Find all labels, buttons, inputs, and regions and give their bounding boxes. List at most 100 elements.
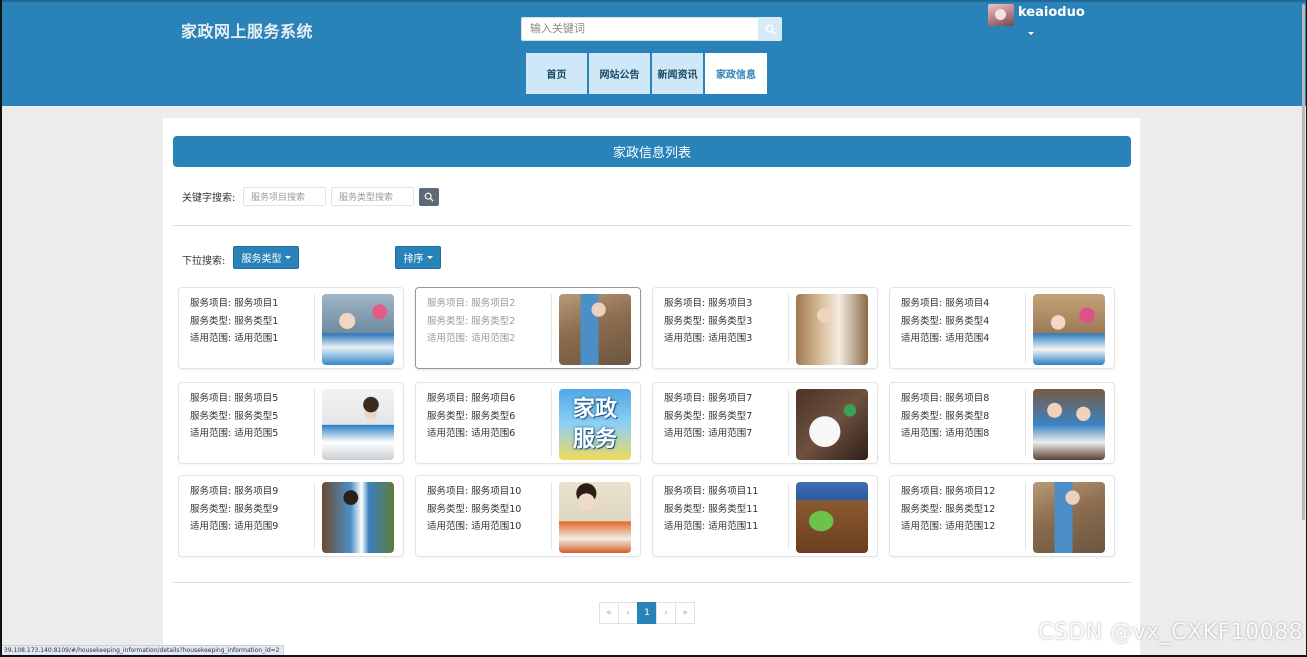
service-card[interactable]: 服务项目: 服务项目6 服务类型: 服务类型6 适用范围: 适用范围6 家政 服… bbox=[415, 382, 641, 464]
pagination-prev[interactable]: ‹ bbox=[618, 602, 638, 624]
card-service-item: 服务项目: 服务项目11 bbox=[664, 486, 759, 497]
card-scope: 适用范围: 适用范围4 bbox=[901, 333, 990, 344]
service-type-search-input[interactable] bbox=[331, 187, 414, 206]
dropdown-search-label: 下拉搜索: bbox=[182, 256, 226, 267]
card-image[interactable] bbox=[796, 482, 868, 553]
sort-dropdown-label: 排序 bbox=[403, 254, 424, 265]
service-type-dropdown[interactable]: 服务类型 bbox=[233, 246, 299, 269]
card-service-item: 服务项目: 服务项目1 bbox=[190, 298, 279, 309]
caret-down-icon bbox=[426, 256, 433, 259]
card-service-type: 服务类型: 服务类型11 bbox=[664, 503, 759, 515]
card-service-item: 服务项目: 服务项目12 bbox=[901, 486, 996, 497]
card-divider bbox=[788, 482, 789, 550]
card-image-logo: 家政 服务 bbox=[572, 396, 617, 452]
card-divider bbox=[1025, 389, 1026, 457]
keyword-search-button[interactable] bbox=[419, 188, 439, 206]
search-input[interactable] bbox=[521, 17, 759, 41]
main-content: 家政信息列表 关键字搜索: 下拉搜索: 服务类型 排序 服务项目: 服务项目1 … bbox=[163, 118, 1140, 657]
card-scope: 适用范围: 适用范围3 bbox=[664, 333, 753, 344]
divider bbox=[173, 582, 1131, 583]
card-divider bbox=[788, 294, 789, 362]
card-image[interactable] bbox=[796, 294, 868, 365]
service-card[interactable]: 服务项目: 服务项目9 服务类型: 服务类型9 适用范围: 适用范围9 bbox=[178, 475, 404, 557]
card-service-type: 服务类型: 服务类型9 bbox=[190, 503, 279, 515]
card-divider bbox=[314, 294, 315, 362]
nav-announcements[interactable]: 网站公告 bbox=[589, 53, 650, 94]
card-scope: 适用范围: 适用范围2 bbox=[427, 333, 516, 344]
username[interactable]: keaioduo bbox=[1018, 5, 1085, 20]
card-image[interactable] bbox=[1033, 482, 1105, 553]
site-title[interactable]: 家政网上服务系统 bbox=[181, 18, 313, 42]
keyword-search-label: 关键字搜索: bbox=[182, 193, 236, 204]
nav-housekeeping-info[interactable]: 家政信息 bbox=[705, 53, 767, 94]
card-service-item: 服务项目: 服务项目10 bbox=[427, 486, 522, 497]
watermark: CSDN @vx_CXKF10088 bbox=[1038, 620, 1304, 645]
service-card[interactable]: 服务项目: 服务项目1 服务类型: 服务类型1 适用范围: 适用范围1 bbox=[178, 287, 404, 369]
service-card[interactable]: 服务项目: 服务项目10 服务类型: 服务类型10 适用范围: 适用范围10 bbox=[415, 475, 641, 557]
page-title: 家政信息列表 bbox=[173, 136, 1131, 167]
chevron-down-icon[interactable] bbox=[1028, 32, 1034, 35]
pagination-next[interactable]: › bbox=[656, 602, 676, 624]
card-service-item: 服务项目: 服务项目3 bbox=[664, 298, 753, 309]
card-scope: 适用范围: 适用范围12 bbox=[901, 521, 996, 532]
nav-home[interactable]: 首页 bbox=[526, 53, 587, 94]
card-scope: 适用范围: 适用范围9 bbox=[190, 521, 279, 532]
header-bar: 家政网上服务系统 keaioduo 首页 网站公告 新闻资讯 家政信息 bbox=[0, 0, 1307, 106]
card-divider bbox=[1025, 482, 1026, 550]
card-divider bbox=[551, 482, 552, 550]
pagination-first[interactable]: « bbox=[599, 602, 619, 624]
service-card[interactable]: 服务项目: 服务项目8 服务类型: 服务类型8 适用范围: 适用范围8 bbox=[889, 382, 1115, 464]
nav-news[interactable]: 新闻资讯 bbox=[652, 53, 703, 94]
caret-down-icon bbox=[284, 256, 291, 259]
service-item-search-input[interactable] bbox=[243, 187, 326, 206]
service-card[interactable]: 服务项目: 服务项目3 服务类型: 服务类型3 适用范围: 适用范围3 bbox=[652, 287, 878, 369]
card-service-item: 服务项目: 服务项目8 bbox=[901, 393, 990, 404]
service-card[interactable]: 服务项目: 服务项目11 服务类型: 服务类型11 适用范围: 适用范围11 bbox=[652, 475, 878, 557]
card-image[interactable] bbox=[559, 482, 631, 553]
card-image[interactable] bbox=[559, 294, 631, 365]
card-divider bbox=[314, 389, 315, 457]
card-scope: 适用范围: 适用范围8 bbox=[901, 428, 990, 439]
card-service-type: 服务类型: 服务类型12 bbox=[901, 503, 996, 515]
card-image[interactable] bbox=[1033, 294, 1105, 365]
service-card[interactable]: 服务项目: 服务项目7 服务类型: 服务类型7 适用范围: 适用范围7 bbox=[652, 382, 878, 464]
header-top-line bbox=[0, 0, 1307, 2]
card-scope: 适用范围: 适用范围11 bbox=[664, 521, 759, 532]
card-image[interactable] bbox=[322, 294, 394, 365]
divider bbox=[173, 225, 1131, 226]
card-image[interactable] bbox=[322, 482, 394, 553]
search-icon bbox=[424, 192, 434, 202]
card-divider bbox=[314, 482, 315, 550]
card-image[interactable]: 家政 服务 bbox=[559, 389, 631, 460]
card-service-type: 服务类型: 服务类型5 bbox=[190, 410, 279, 422]
card-service-type: 服务类型: 服务类型7 bbox=[664, 410, 753, 422]
pagination: « ‹ 1 › » bbox=[599, 602, 695, 624]
card-image[interactable] bbox=[796, 389, 868, 460]
service-card[interactable]: 服务项目: 服务项目5 服务类型: 服务类型5 适用范围: 适用范围5 bbox=[178, 382, 404, 464]
avatar[interactable] bbox=[988, 4, 1014, 26]
service-card[interactable]: 服务项目: 服务项目12 服务类型: 服务类型12 适用范围: 适用范围12 bbox=[889, 475, 1115, 557]
card-divider bbox=[1025, 294, 1026, 362]
pagination-last[interactable]: » bbox=[675, 602, 695, 624]
card-service-type: 服务类型: 服务类型10 bbox=[427, 503, 522, 515]
search-button[interactable] bbox=[758, 17, 782, 41]
service-type-dropdown-label: 服务类型 bbox=[241, 254, 282, 265]
card-image[interactable] bbox=[322, 389, 394, 460]
card-service-type: 服务类型: 服务类型4 bbox=[901, 315, 990, 327]
card-divider bbox=[551, 389, 552, 457]
scrollbar[interactable] bbox=[1302, 4, 1305, 520]
card-service-item: 服务项目: 服务项目7 bbox=[664, 393, 753, 404]
card-service-item: 服务项目: 服务项目2 bbox=[427, 298, 516, 309]
sort-dropdown[interactable]: 排序 bbox=[395, 246, 441, 269]
card-image[interactable] bbox=[1033, 389, 1105, 460]
card-service-type: 服务类型: 服务类型8 bbox=[901, 410, 990, 422]
header-scallop-edge bbox=[0, 102, 1307, 110]
card-service-item: 服务项目: 服务项目6 bbox=[427, 393, 516, 404]
pagination-page[interactable]: 1 bbox=[637, 602, 657, 624]
card-service-type: 服务类型: 服务类型1 bbox=[190, 315, 279, 327]
service-card[interactable]: 服务项目: 服务项目2 服务类型: 服务类型2 适用范围: 适用范围2 bbox=[415, 287, 641, 369]
service-card[interactable]: 服务项目: 服务项目4 服务类型: 服务类型4 适用范围: 适用范围4 bbox=[889, 287, 1115, 369]
card-service-item: 服务项目: 服务项目4 bbox=[901, 298, 990, 309]
card-service-type: 服务类型: 服务类型6 bbox=[427, 410, 516, 422]
search-icon bbox=[765, 24, 776, 35]
